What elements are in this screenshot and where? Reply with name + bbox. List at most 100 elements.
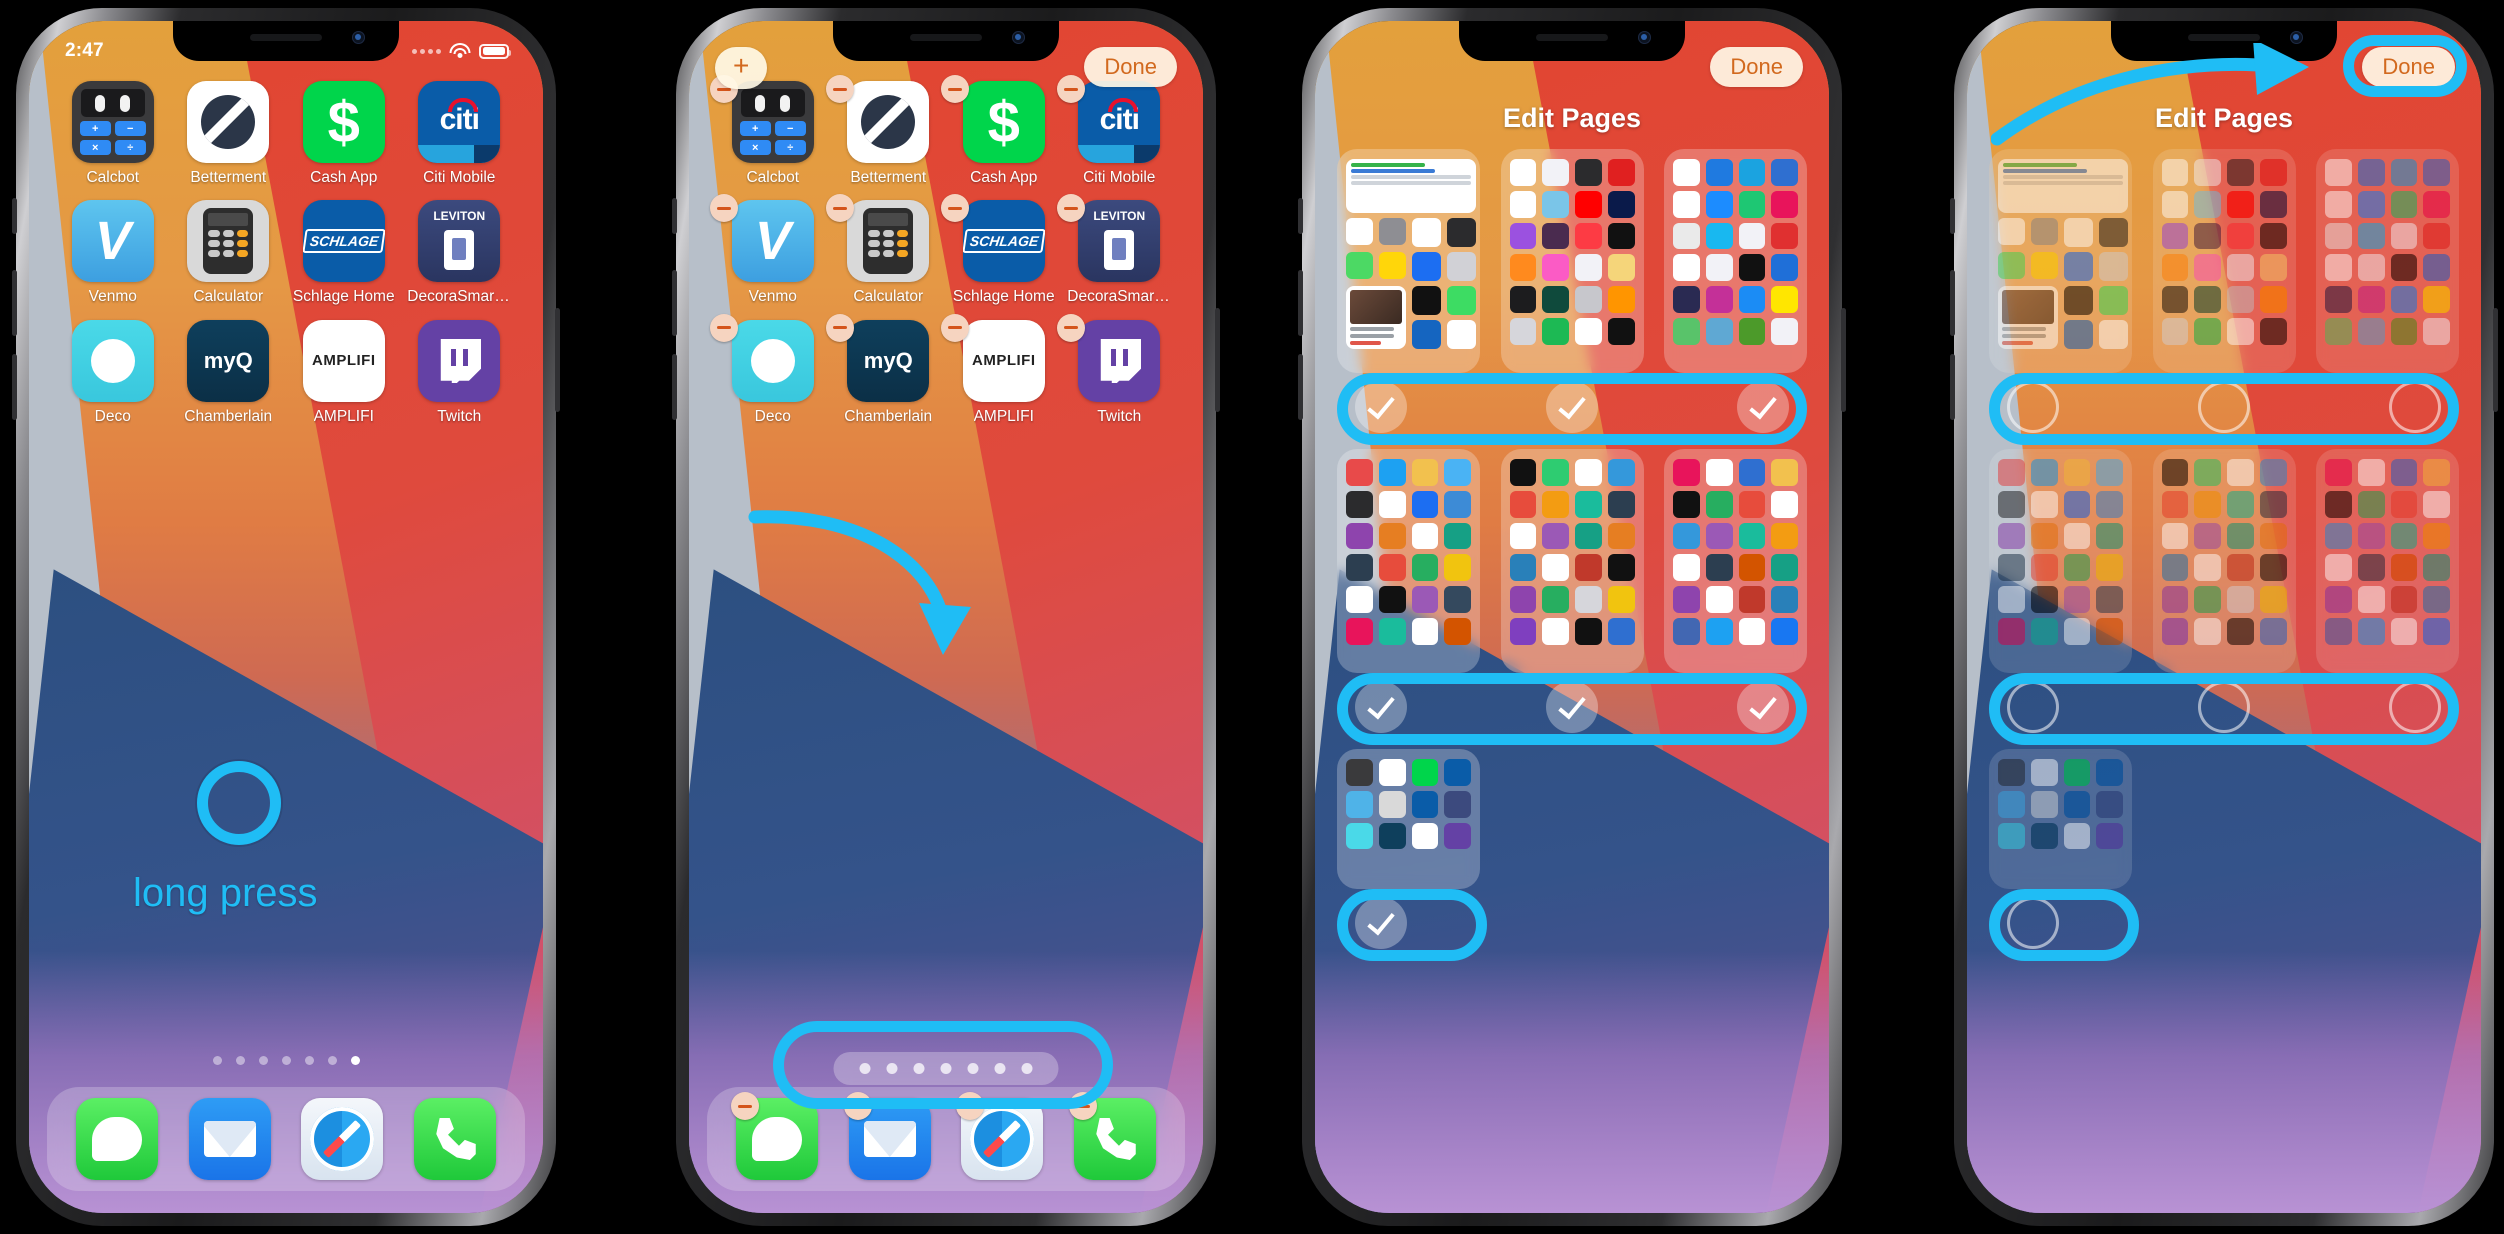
remove-app-badge[interactable]: [825, 313, 854, 342]
mute-switch[interactable]: [12, 198, 17, 234]
page-thumbnail-row-1: [1337, 149, 1807, 373]
page-thumbnail[interactable]: [1500, 149, 1644, 373]
app-calcbot[interactable]: + − × ÷ Calcbot: [710, 75, 831, 186]
app-amplifi[interactable]: AMPLIFI AMPLIFI: [941, 313, 1062, 425]
dock-app-phone[interactable]: [413, 1098, 496, 1180]
volume-down-button[interactable]: [1298, 354, 1303, 420]
add-widget-button[interactable]: +: [715, 47, 768, 89]
phone-bezel: Done Edit Pages: [1950, 8, 2498, 1226]
calendar-widget-thumb: [1998, 159, 2128, 213]
check-row-highlight-annotation: [1989, 673, 2459, 745]
dock-app-mail[interactable]: [843, 1092, 931, 1180]
remove-app-badge[interactable]: [941, 313, 969, 342]
app-venmo[interactable]: V Venmo: [55, 200, 171, 305]
page-thumbnail-row-3: [1989, 749, 2459, 889]
volume-up-button[interactable]: [1298, 270, 1303, 336]
page-thumbnail[interactable]: [2152, 149, 2296, 373]
app-decora-smart-home[interactable]: LEVITON DecoraSmartH…: [1056, 194, 1178, 305]
check-row-highlight-annotation: [1337, 889, 1487, 961]
page-thumbnail[interactable]: [2316, 449, 2459, 673]
app-calcbot[interactable]: + − × ÷ Calcbot: [55, 81, 171, 186]
dock-app-mail[interactable]: [188, 1098, 271, 1180]
app-betterment[interactable]: Betterment: [825, 75, 947, 186]
app-citi-mobile[interactable]: citi Citi Mobile: [1056, 75, 1178, 186]
power-button[interactable]: [1841, 308, 1846, 412]
app-twitch[interactable]: Twitch: [1056, 313, 1178, 425]
app-chamberlain[interactable]: myQ Chamberlain: [171, 319, 287, 425]
page-thumbnail[interactable]: [1989, 449, 2132, 673]
app-label: Calculator: [853, 289, 924, 306]
volume-down-button[interactable]: [1950, 354, 1955, 420]
remove-app-badge[interactable]: [941, 75, 969, 103]
app-venmo[interactable]: V Venmo: [710, 194, 831, 305]
cash-app-icon: $: [302, 81, 385, 163]
remove-app-badge[interactable]: [825, 194, 854, 223]
app-twitch[interactable]: Twitch: [402, 319, 518, 425]
music-widget-thumb: [1346, 286, 1406, 349]
app-amplifi[interactable]: AMPLIFI AMPLIFI: [286, 319, 402, 425]
volume-up-button[interactable]: [1950, 270, 1955, 336]
app-betterment[interactable]: Betterment: [171, 81, 287, 186]
calcbot-icon: + − × ÷: [71, 81, 154, 163]
page-thumbnail[interactable]: [2152, 449, 2296, 673]
citi-mobile-icon: citi: [418, 81, 501, 163]
app-label: Calcbot: [86, 170, 140, 186]
page-thumbnail[interactable]: [1989, 749, 2132, 889]
remove-app-badge[interactable]: [1056, 313, 1085, 342]
mute-switch[interactable]: [672, 198, 677, 234]
power-button[interactable]: [1215, 308, 1220, 412]
app-chamberlain[interactable]: myQ Chamberlain: [825, 313, 947, 425]
app-schlage-home[interactable]: SCHLAGE Schlage Home: [286, 200, 402, 305]
page-dots[interactable]: [29, 1056, 543, 1065]
mail-icon: [188, 1098, 271, 1180]
phone-bezel: 2:47 + − × ÷ Calcbot Betterment $ Cash A…: [12, 8, 560, 1226]
page-thumbnail[interactable]: [1337, 149, 1480, 373]
app-label: DecoraSmartH…: [407, 289, 511, 306]
dock-app-messages[interactable]: [76, 1098, 159, 1180]
remove-app-badge[interactable]: [1056, 194, 1085, 223]
remove-app-badge[interactable]: [710, 313, 738, 342]
app-schlage-home[interactable]: SCHLAGE Schlage Home: [941, 194, 1062, 305]
volume-up-button[interactable]: [12, 270, 17, 336]
app-calculator[interactable]: Calculator: [825, 194, 947, 306]
mute-switch[interactable]: [1298, 198, 1303, 234]
dock-app-messages[interactable]: [731, 1092, 819, 1180]
volume-down-button[interactable]: [12, 354, 17, 420]
page-thumbnail[interactable]: [1989, 149, 2132, 373]
app-deco[interactable]: Deco: [55, 319, 171, 425]
dock-app-phone[interactable]: [1068, 1092, 1156, 1180]
volume-up-button[interactable]: [672, 270, 677, 336]
app-calculator[interactable]: Calculator: [171, 200, 287, 305]
edit-pages-panel: [1315, 21, 1829, 1213]
app-decora-smart-home[interactable]: LEVITON DecoraSmartH…: [402, 200, 518, 305]
dock-app-safari[interactable]: [301, 1098, 384, 1180]
power-button[interactable]: [2493, 308, 2498, 412]
volume-down-button[interactable]: [672, 354, 677, 420]
page-thumbnail[interactable]: [1664, 149, 1807, 373]
page-thumbnail[interactable]: [1337, 449, 1480, 673]
app-cash-app[interactable]: $ Cash App: [286, 81, 402, 186]
page-thumbnail[interactable]: [2316, 149, 2459, 373]
page-thumbnail[interactable]: [1500, 449, 1644, 673]
music-widget-thumb: [1998, 286, 2058, 349]
done-button-highlight-annotation: [2343, 35, 2467, 97]
app-label: Citi Mobile: [423, 170, 496, 186]
remove-app-badge[interactable]: [1056, 75, 1085, 103]
mute-switch[interactable]: [1950, 198, 1955, 234]
done-button[interactable]: Done: [1710, 47, 1803, 87]
remove-app-badge[interactable]: [825, 75, 854, 103]
page-thumbnail[interactable]: [1337, 749, 1480, 889]
power-button[interactable]: [555, 308, 560, 412]
notch: [833, 21, 1059, 61]
signal-dots-icon: [412, 48, 441, 54]
done-button[interactable]: Done: [1084, 47, 1177, 87]
check-row-highlight-annotation: [1337, 373, 1807, 445]
chamberlain-myq-icon: myQ: [187, 319, 270, 402]
app-citi-mobile[interactable]: citi Citi Mobile: [402, 81, 518, 186]
dock-app-safari[interactable]: [956, 1092, 1044, 1180]
long-press-circle-annotation: [197, 761, 281, 845]
app-cash-app[interactable]: $ Cash App: [941, 75, 1062, 186]
page-thumbnail[interactable]: [1664, 449, 1807, 673]
page-check-row-2: [1989, 673, 2459, 745]
app-deco[interactable]: Deco: [710, 313, 831, 425]
